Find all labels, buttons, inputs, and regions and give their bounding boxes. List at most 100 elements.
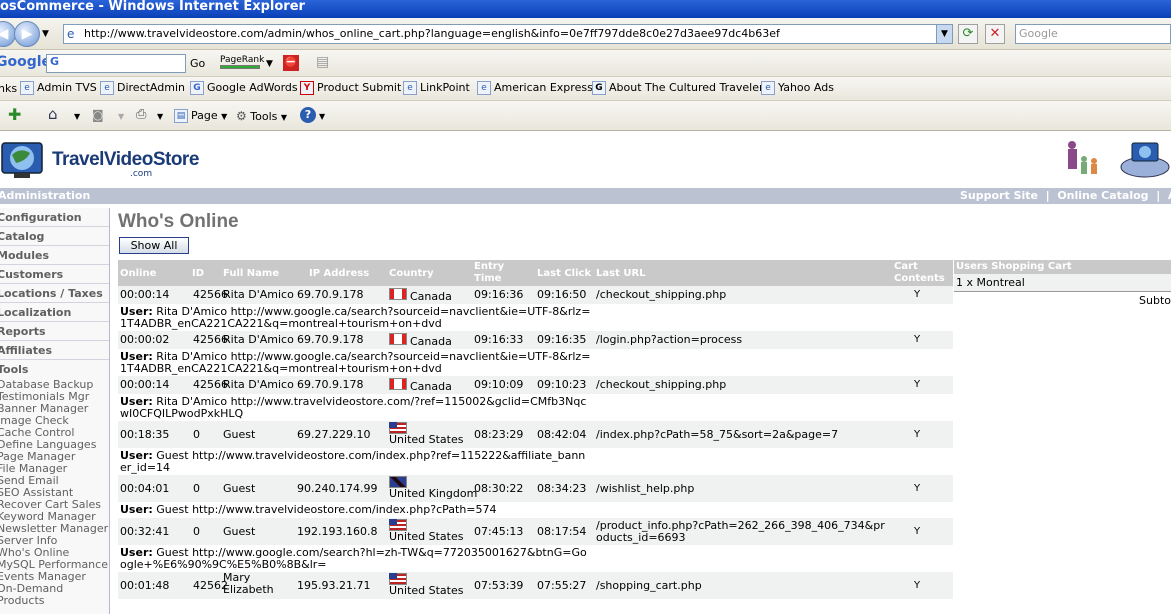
google-go-button[interactable]: Go <box>190 57 205 71</box>
web-page: TravelVideoStore .com Administration Sup… <box>0 131 1171 614</box>
refresh-button[interactable]: ⟳ <box>958 24 978 44</box>
cell-ip: 90.240.174.99 <box>297 482 378 495</box>
col-last-click: Last Click <box>537 268 592 279</box>
col-cart-contents: Cart Contents <box>894 261 945 284</box>
address-field[interactable]: e http://www.travelvideostore.com/admin/… <box>63 24 953 44</box>
logo-subtext: .com <box>130 169 153 179</box>
cell-id: 0 <box>193 482 200 495</box>
cell-online: 00:18:35 <box>120 428 170 441</box>
table-row[interactable]: 00:04:01 0 Guest 90.240.174.99 United Kingdo… <box>118 475 953 503</box>
cell-online: 00:00:14 <box>120 288 170 301</box>
address-dropdown-icon[interactable]: ▼ <box>936 25 952 43</box>
sidebar-box-modules[interactable]: Modules <box>0 246 109 265</box>
cell-url: /product_info.php?cPath=262_266_398_406_… <box>596 519 885 544</box>
print-dropdown-icon[interactable]: ▼ <box>157 110 163 124</box>
table-body: 00:00:14 42566 Rita D'Amico 69.70.9.178 Cana… <box>118 286 953 600</box>
cell-last: 08:17:54 <box>537 525 587 538</box>
link-cultured-traveler[interactable]: G About The Cultured Traveler <box>592 81 763 95</box>
notepad-icon[interactable]: ▤ <box>316 55 329 69</box>
main-content: Who's Online Show All Online ID Full Nam… <box>118 208 1171 614</box>
google-search-field[interactable]: G <box>46 54 186 73</box>
link-directadmin[interactable]: e DirectAdmin <box>100 81 185 95</box>
cart-header: Users Shopping Cart <box>954 260 1171 274</box>
home-icon[interactable]: ⌂ <box>48 107 58 122</box>
cell-name: Guest <box>223 525 256 538</box>
table-row[interactable]: 00:32:41 0 Guest 192.193.160.8 United States… <box>118 518 953 546</box>
print-icon[interactable]: ⎙ <box>136 108 146 122</box>
page-icon: ▤ <box>174 109 188 123</box>
user-label: User: <box>120 503 153 516</box>
link-admin-tvs[interactable]: e Admin TVS <box>20 81 97 95</box>
referrer-text: Rita D'Amico http://www.google.ca/search… <box>120 305 591 330</box>
col-full-name: Full Name <box>223 268 280 279</box>
cell-id: 0 <box>193 428 200 441</box>
ie-page-icon: e <box>403 81 417 95</box>
referrer-text: Guest http://www.google.com/search?hl=zh… <box>120 546 587 571</box>
family-travel-illustration <box>1068 141 1170 178</box>
referrer-info: User: Rita D'Amico http://www.google.ca/… <box>118 350 594 376</box>
sidebar-box-configuration[interactable]: Configuration <box>0 208 109 227</box>
sidebar-box-customers[interactable]: Customers <box>0 265 109 284</box>
header-links[interactable]: Support Site | Online Catalog | Adm <box>960 188 1171 204</box>
window-titlebar: osCommerce - Windows Internet Explorer <box>0 0 1171 18</box>
link-american-express[interactable]: e American Express <box>477 81 593 95</box>
cell-last: 07:55:27 <box>537 579 587 592</box>
referrer-text: Rita D'Amico http://www.google.ca/search… <box>120 350 591 375</box>
ie-page-icon: e <box>761 81 775 95</box>
cell-country: Canada <box>389 378 452 393</box>
ie-page-icon: e <box>477 81 491 95</box>
sidebar-box-locations[interactable]: Locations / Taxes <box>0 284 109 303</box>
feeds-icon[interactable]: ◙ <box>92 108 104 122</box>
link-yahoo-ads[interactable]: e Yahoo Ads <box>761 81 834 95</box>
table-row[interactable]: 00:00:14 42566 Rita D'Amico 69.70.9.178 Cana… <box>118 376 953 395</box>
col-id: ID <box>192 268 205 279</box>
add-favorites-icon[interactable]: ✚ <box>8 107 21 123</box>
cell-entry: 08:30:22 <box>474 482 524 495</box>
referrer-text: Guest http://www.travelvideostore.com/in… <box>120 449 586 474</box>
page-menu[interactable]: ▤ Page ▼ <box>174 109 227 124</box>
cell-last: 09:10:23 <box>537 378 587 391</box>
forward-button[interactable]: ▶ <box>14 21 40 47</box>
help-icon[interactable]: ? <box>300 107 316 123</box>
cell-cart: Y <box>914 379 921 390</box>
cell-entry: 09:16:36 <box>474 288 524 301</box>
sidebar-box-catalog[interactable]: Catalog <box>0 227 109 246</box>
shopping-cart-panel: Users Shopping Cart 1 x Montreal Subto <box>954 260 1171 310</box>
sidebar-link[interactable]: Products <box>0 595 109 607</box>
referrer-text: Guest http://www.travelvideostore.com/in… <box>156 503 497 516</box>
sidebar-box-reports[interactable]: Reports <box>0 322 109 341</box>
cell-entry: 09:16:33 <box>474 333 524 346</box>
search-input[interactable]: Google <box>1015 24 1171 44</box>
cell-cart: Y <box>914 526 921 537</box>
link-linkpoint[interactable]: e LinkPoint <box>403 81 470 95</box>
tools-menu[interactable]: ⚙ Tools ▼ <box>236 109 287 125</box>
country-name: Canada <box>410 380 452 393</box>
link-product-submit[interactable]: Y Product Submit <box>300 81 401 95</box>
home-dropdown-icon[interactable]: ▼ <box>74 110 80 124</box>
cell-entry: 09:10:09 <box>474 378 524 391</box>
popup-blocker-icon[interactable]: ⛔ <box>283 55 299 71</box>
cell-url: /checkout_shipping.php <box>596 288 727 301</box>
table-row[interactable]: 00:18:35 0 Guest 69.27.229.10 United States 0… <box>118 421 953 449</box>
show-all-button[interactable]: Show All <box>119 237 189 254</box>
table-row[interactable]: 00:00:02 42566 Rita D'Amico 69.70.9.178 Cana… <box>118 331 953 350</box>
pagerank-dropdown-icon[interactable]: ▼ <box>266 57 273 71</box>
history-dropdown-icon[interactable]: ▼ <box>42 27 49 41</box>
flag-ca-icon <box>389 288 407 300</box>
table-row[interactable]: 00:01:48 42562 Mary Elizabeth 195.93.21.71 U… <box>118 572 953 600</box>
help-dropdown-icon[interactable]: ▼ <box>319 110 325 124</box>
col-online: Online <box>120 268 157 279</box>
feeds-dropdown-icon[interactable]: ▼ <box>118 110 124 124</box>
cell-name: Guest <box>223 428 256 441</box>
sidebar-box-localization[interactable]: Localization <box>0 303 109 322</box>
stop-button[interactable]: ✕ <box>985 24 1005 44</box>
globe-monitor-icon <box>1 142 43 178</box>
link-google-adwords[interactable]: G Google AdWords <box>190 81 298 95</box>
cell-country: Canada <box>389 333 452 348</box>
sidebar-box-affiliates[interactable]: Affiliates <box>0 341 109 360</box>
table-row[interactable]: 00:00:14 42566 Rita D'Amico 69.70.9.178 Cana… <box>118 286 953 305</box>
referrer-info: User: Guest http://www.travelvideostore.… <box>118 503 594 518</box>
sidebar-box-tools[interactable]: Tools <box>0 360 109 379</box>
page-title: Who's Online <box>118 211 239 232</box>
cell-ip: 69.70.9.178 <box>297 288 364 301</box>
